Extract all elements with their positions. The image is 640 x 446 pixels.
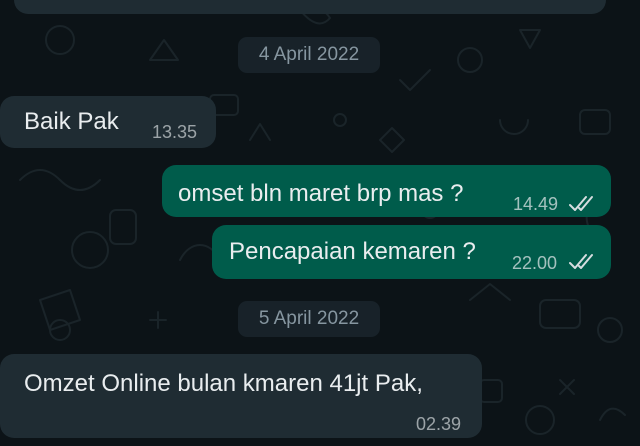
message-bubble-cutoff[interactable] bbox=[14, 0, 606, 14]
message-text: Omzet Online bulan kmaren 41jt Pak, bbox=[24, 370, 423, 397]
message-text: Baik Pak bbox=[24, 108, 119, 135]
date-separator: 4 April 2022 bbox=[238, 37, 380, 73]
message-time: 13.35 bbox=[152, 122, 198, 142]
message-time: 14.49 bbox=[513, 194, 559, 214]
message-time: 22.00 bbox=[512, 253, 558, 273]
outgoing-message[interactable]: omset bln maret brp mas ? 14.49 bbox=[162, 165, 611, 217]
double-check-icon bbox=[569, 254, 593, 269]
message-time: 02.39 bbox=[416, 414, 462, 434]
incoming-message[interactable]: Omzet Online bulan kmaren 41jt Pak, 02.3… bbox=[0, 354, 482, 438]
outgoing-message[interactable]: Pencapaian kemaren ? 22.00 bbox=[212, 225, 611, 279]
message-text: omset bln maret brp mas ? bbox=[178, 180, 464, 207]
message-text: Pencapaian kemaren ? bbox=[229, 238, 476, 265]
double-check-icon bbox=[569, 196, 593, 211]
incoming-message[interactable]: Baik Pak 13.35 bbox=[0, 96, 216, 148]
date-separator: 5 April 2022 bbox=[238, 301, 380, 337]
